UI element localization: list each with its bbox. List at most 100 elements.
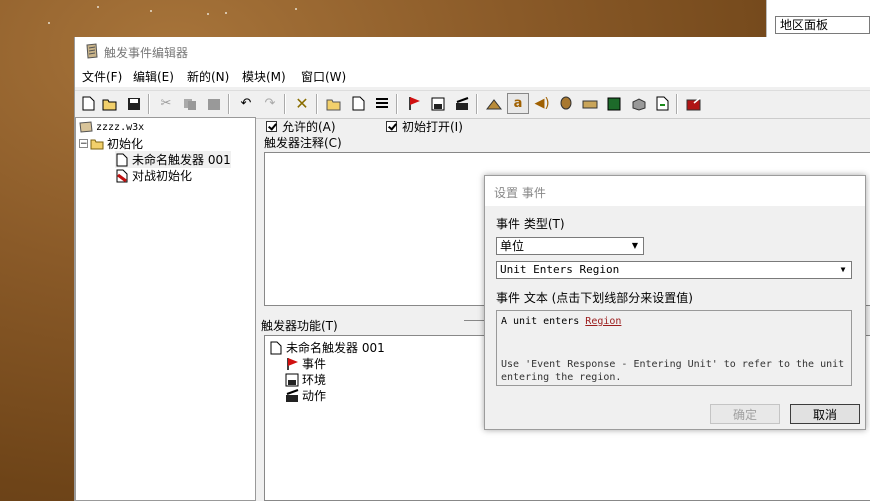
menu-bar: 文件(F) 编辑(E) 新的(N) 模块(M) 窗口(W) bbox=[75, 65, 870, 87]
desktop-decoration bbox=[225, 12, 227, 14]
tree-root[interactable]: zzzz.w3x bbox=[79, 120, 144, 134]
desktop-decoration bbox=[295, 8, 297, 10]
menu-window[interactable]: 窗口(W) bbox=[301, 68, 346, 85]
tree-root-label: zzzz.w3x bbox=[96, 121, 145, 133]
event-select[interactable]: Unit Enters Region ▼ bbox=[496, 261, 852, 279]
initially-on-check-mark[interactable] bbox=[386, 121, 397, 132]
splitter[interactable] bbox=[464, 320, 484, 321]
event-text-box: A unit enters Region Use 'Event Response… bbox=[496, 310, 852, 386]
dialog-title: 设置 事件 bbox=[494, 186, 546, 200]
event-flag-icon bbox=[287, 357, 298, 370]
toolbar-separator bbox=[396, 94, 398, 114]
collapse-toggle-icon[interactable]: − bbox=[79, 139, 88, 149]
desktop-decoration bbox=[97, 6, 99, 8]
paste-icon[interactable] bbox=[203, 93, 225, 114]
event-hint-text: Use 'Event Response - Entering Unit' to … bbox=[501, 359, 845, 383]
region-panel-field[interactable]: 地区面板 bbox=[775, 16, 870, 34]
desktop-decoration bbox=[48, 22, 50, 24]
new-event-flag-icon[interactable] bbox=[403, 93, 425, 114]
functions-conditions[interactable]: 环境 bbox=[285, 371, 326, 388]
ai-editor-icon[interactable] bbox=[603, 93, 625, 114]
toolbar-separator bbox=[148, 94, 150, 114]
campaign-editor-icon[interactable] bbox=[579, 93, 601, 114]
event-text-prefix: A unit enters bbox=[501, 316, 586, 327]
window-title: 触发事件编辑器 bbox=[104, 46, 189, 60]
comment-label: 触发器注释(C) bbox=[264, 136, 342, 150]
action-icon bbox=[286, 388, 299, 402]
new-action-icon[interactable] bbox=[451, 93, 473, 114]
dropdown-arrow-icon[interactable]: ▼ bbox=[836, 263, 850, 277]
event-text-line: A unit enters Region bbox=[501, 316, 621, 327]
dialog-title-bar: 设置 事件 bbox=[485, 176, 865, 206]
new-condition-icon[interactable] bbox=[427, 93, 449, 114]
initially-on-label: 初始打开(I) bbox=[402, 120, 463, 134]
enabled-label: 允许的(A) bbox=[282, 120, 336, 134]
ok-button[interactable]: 确定 bbox=[710, 404, 780, 424]
tree-category[interactable]: − 初始化 bbox=[79, 135, 143, 152]
new-file-icon[interactable] bbox=[77, 93, 99, 114]
tree-item-label: 对战初始化 bbox=[132, 169, 193, 183]
dropdown-arrow-icon[interactable]: ▼ bbox=[628, 239, 642, 253]
copy-icon[interactable] bbox=[179, 93, 201, 114]
functions-events[interactable]: 事件 bbox=[285, 355, 326, 372]
object-editor-icon[interactable] bbox=[555, 93, 577, 114]
toolbar-separator bbox=[476, 94, 478, 114]
undo-icon[interactable]: ↶ bbox=[235, 93, 257, 114]
functions-trigger-root[interactable]: 未命名触发器 001 bbox=[269, 339, 385, 356]
cut-icon[interactable]: ✂ bbox=[155, 93, 177, 114]
menu-new[interactable]: 新的(N) bbox=[187, 68, 229, 85]
event-type-label: 事件 类型(T) bbox=[496, 217, 565, 231]
folder-icon bbox=[90, 139, 104, 149]
desktop-decoration bbox=[207, 13, 209, 15]
toolbar-separator bbox=[284, 94, 286, 114]
text-editor-icon[interactable]: a bbox=[507, 93, 529, 114]
functions-trigger-label: 未命名触发器 001 bbox=[286, 341, 385, 355]
enabled-checkbox[interactable]: 允许的(A) bbox=[266, 118, 336, 135]
region-link[interactable]: Region bbox=[585, 316, 621, 327]
configure-event-dialog: 设置 事件 事件 类型(T) 单位 ▼ Unit Enters Region ▼… bbox=[484, 175, 866, 430]
tree-item-melee-init[interactable]: 对战初始化 bbox=[115, 167, 192, 184]
map-scroll-icon bbox=[79, 121, 93, 133]
functions-events-label: 事件 bbox=[302, 357, 327, 371]
import-manager-icon[interactable] bbox=[651, 93, 673, 114]
trigger-red-document-icon bbox=[116, 169, 128, 182]
new-category-icon[interactable] bbox=[323, 93, 345, 114]
toolbar-separator bbox=[228, 94, 230, 114]
toolbar: ✂ ↶ ↷ ✕ a ◀) bbox=[75, 90, 870, 119]
desktop-decoration bbox=[150, 10, 152, 12]
menu-edit[interactable]: 编辑(E) bbox=[133, 68, 174, 85]
tree-category-label: 初始化 bbox=[107, 137, 144, 151]
cancel-button[interactable]: 取消 bbox=[790, 404, 860, 424]
trigger-document-icon bbox=[116, 153, 128, 166]
event-text-label: 事件 文本 (点击下划线部分来设置值) bbox=[496, 291, 693, 305]
object-manager-icon[interactable] bbox=[627, 93, 649, 114]
initially-on-checkbox[interactable]: 初始打开(I) bbox=[386, 118, 463, 135]
tree-item-trigger[interactable]: 未命名触发器 001 bbox=[115, 151, 231, 168]
functions-label: 触发器功能(T) bbox=[261, 319, 338, 333]
test-map-icon[interactable] bbox=[683, 93, 705, 114]
functions-conditions-label: 环境 bbox=[302, 373, 327, 387]
condition-icon bbox=[285, 373, 299, 386]
terrain-editor-icon[interactable] bbox=[483, 93, 505, 114]
enabled-check-mark[interactable] bbox=[266, 121, 277, 132]
save-icon[interactable] bbox=[123, 93, 145, 114]
scroll-icon bbox=[86, 43, 98, 59]
trigger-document-icon bbox=[270, 341, 282, 354]
event-value: Unit Enters Region bbox=[500, 263, 620, 276]
tree-item-label: 未命名触发器 001 bbox=[132, 153, 231, 167]
toolbar-separator bbox=[316, 94, 318, 114]
event-type-select[interactable]: 单位 ▼ bbox=[496, 237, 644, 255]
trigger-editor-icon[interactable]: ✕ bbox=[291, 93, 313, 114]
menu-module[interactable]: 模块(M) bbox=[242, 68, 286, 85]
new-trigger-icon[interactable] bbox=[347, 93, 369, 114]
redo-icon[interactable]: ↷ bbox=[259, 93, 281, 114]
menu-file[interactable]: 文件(F) bbox=[82, 68, 122, 85]
event-type-value: 单位 bbox=[500, 239, 525, 253]
sound-editor-icon[interactable]: ◀) bbox=[531, 93, 553, 114]
trigger-tree: zzzz.w3x − 初始化 未命名触发器 001 对战初始化 bbox=[75, 117, 256, 501]
toolbar-separator bbox=[676, 94, 678, 114]
open-folder-icon[interactable] bbox=[99, 93, 121, 114]
functions-actions[interactable]: 动作 bbox=[285, 387, 326, 404]
new-comment-icon[interactable] bbox=[371, 93, 393, 114]
title-bar: 触发事件编辑器 bbox=[75, 37, 870, 65]
